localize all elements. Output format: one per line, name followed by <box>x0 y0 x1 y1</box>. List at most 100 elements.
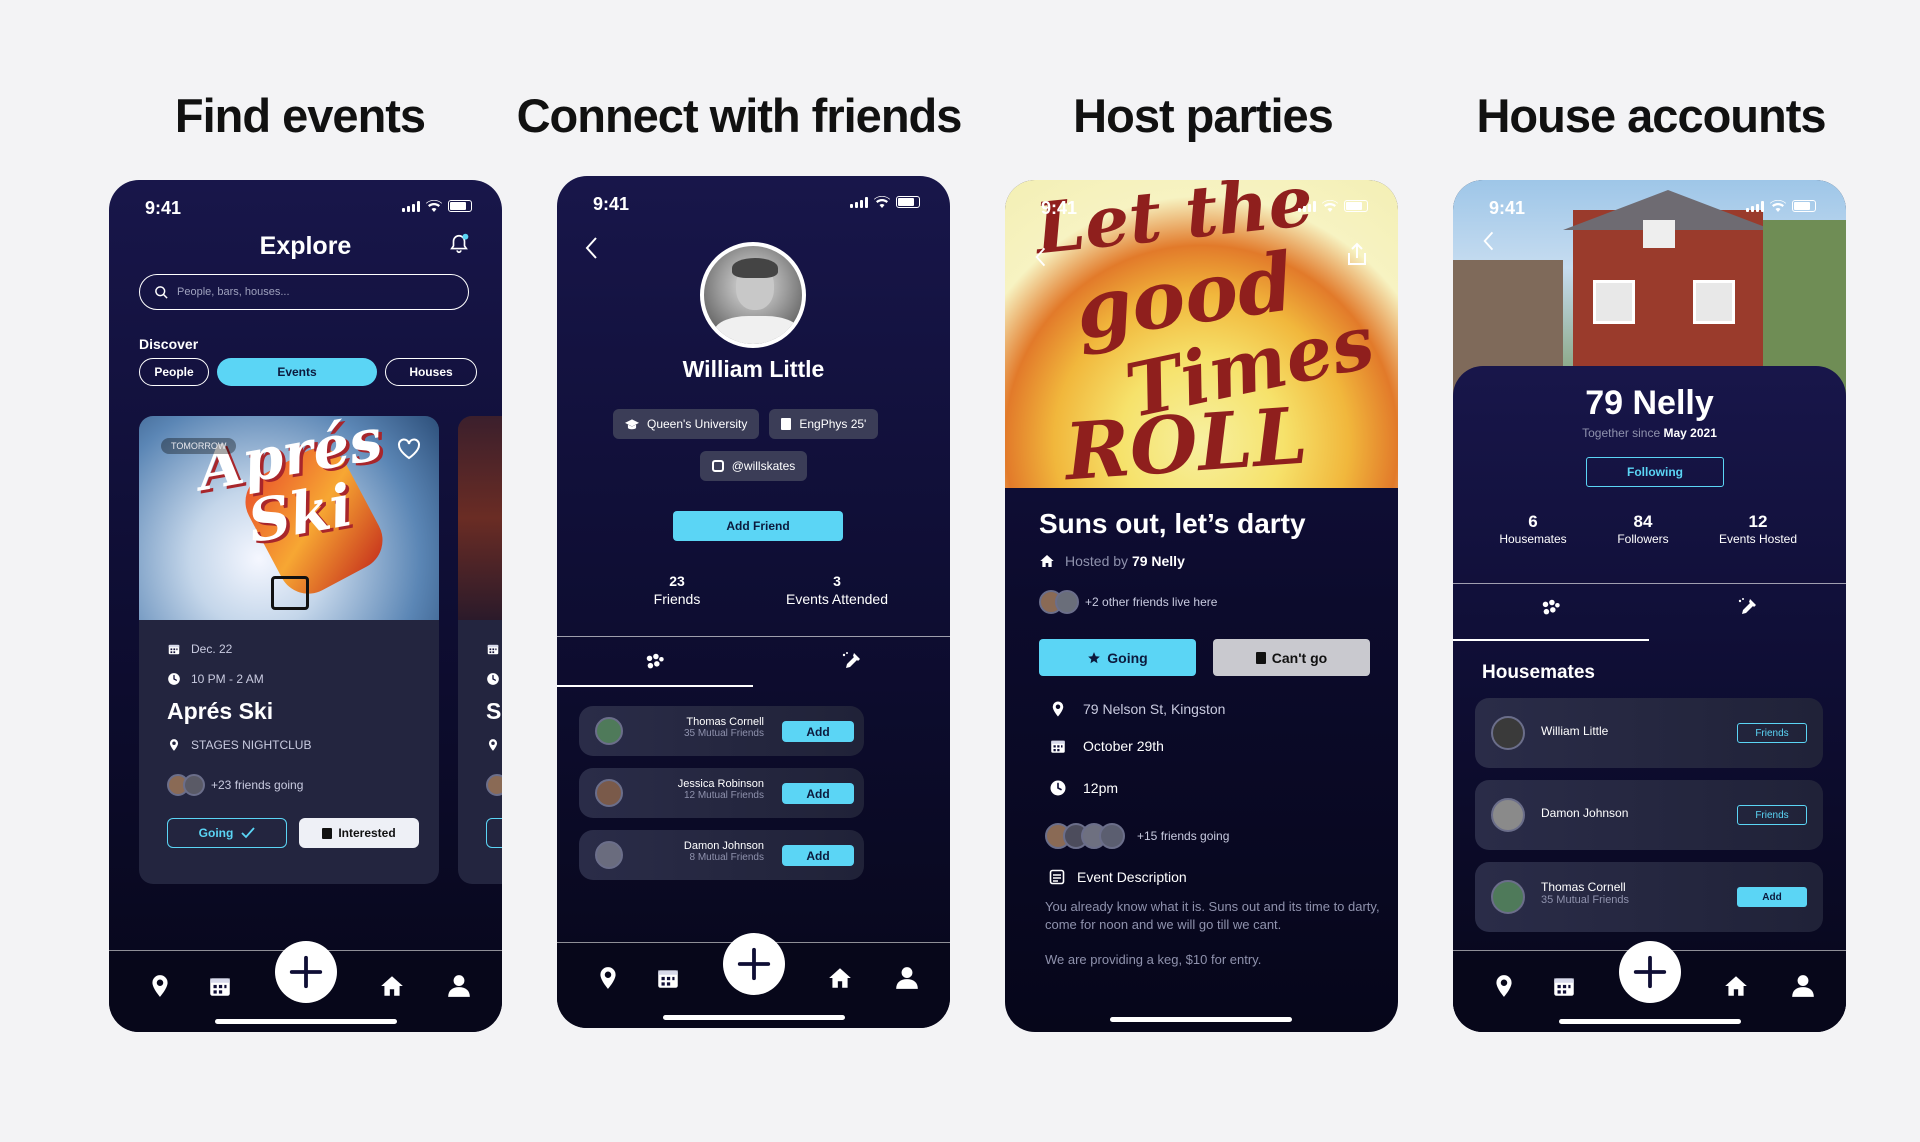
calendar-icon <box>1049 737 1067 755</box>
create-button[interactable] <box>723 933 785 995</box>
events-label: Events Attended <box>786 591 888 607</box>
filter-houses[interactable]: Houses <box>385 358 477 386</box>
event-card-peek[interactable]: S <box>458 416 502 884</box>
tab-profile-icon[interactable] <box>894 965 920 991</box>
home-indicator <box>215 1019 397 1024</box>
search-input[interactable]: People, bars, houses... <box>139 274 469 310</box>
add-friend-button[interactable]: Add Friend <box>673 511 843 541</box>
tab-home-icon[interactable] <box>1723 973 1749 999</box>
tab-profile-icon[interactable] <box>446 973 472 999</box>
friends-badge[interactable]: Friends <box>1737 805 1807 825</box>
tab-home-icon[interactable] <box>827 965 853 991</box>
cant-go-button[interactable]: Can't go <box>1213 639 1370 676</box>
champagne-icon <box>1735 596 1759 620</box>
live-here-text: +2 other friends live here <box>1085 595 1218 609</box>
tab-profile-icon[interactable] <box>1790 973 1816 999</box>
tab-friends[interactable] <box>557 636 753 688</box>
housemate-name: Thomas Cornell <box>1541 880 1626 894</box>
tab-calendar-icon[interactable] <box>655 965 681 991</box>
friend-row[interactable]: Jessica Robinson 12 Mutual Friends Add <box>579 768 864 818</box>
tab-bar <box>109 941 502 1032</box>
friends-stat[interactable]: 23 Friends <box>617 573 737 607</box>
hosted-prefix: Hosted by <box>1065 553 1132 569</box>
events-attended-stat[interactable]: 3 Events Attended <box>767 573 907 607</box>
house-stat[interactable]: 84 Followers <box>1593 512 1693 546</box>
event-card[interactable]: Aprés Ski TOMORROW Dec. 22 10 PM - 2 AM … <box>139 416 439 884</box>
university-chip[interactable]: Queen's University <box>613 409 760 439</box>
avatar-shirt <box>714 316 800 344</box>
housemate-row[interactable]: Thomas Cornell 35 Mutual Friends Add <box>1475 862 1823 932</box>
program-chip[interactable]: EngPhys 25' <box>769 409 879 439</box>
avatar <box>595 779 623 807</box>
friend-row[interactable]: Damon Johnson 8 Mutual Friends Add <box>579 830 864 880</box>
going-label: Going <box>1107 649 1148 666</box>
housemate-row[interactable]: Damon Johnson Friends <box>1475 780 1823 850</box>
friend-row[interactable]: Thomas Cornell 35 Mutual Friends Add <box>579 706 864 756</box>
housemate-row[interactable]: William Little Friends <box>1475 698 1823 768</box>
interested-button[interactable]: Interested <box>299 818 419 848</box>
add-button[interactable]: Add <box>782 845 854 866</box>
hosted-by[interactable]: Hosted by 79 Nelly <box>1039 553 1185 569</box>
phone-house: 9:41 79 Nelly Together since May 2021 Fo… <box>1453 180 1846 1032</box>
back-chevron-icon[interactable] <box>1035 246 1047 268</box>
club-logo <box>271 576 309 610</box>
tab-calendar-icon[interactable] <box>1551 973 1577 999</box>
stat-label: Events Hosted <box>1718 532 1798 546</box>
following-button[interactable]: Following <box>1586 457 1724 487</box>
house-icon <box>1039 553 1055 569</box>
page-title: Explore <box>259 232 352 260</box>
tab-housemates[interactable] <box>1453 583 1649 633</box>
bell-icon[interactable] <box>448 232 470 256</box>
mutual-friends: 12 Mutual Friends <box>683 790 764 801</box>
bookmark-icon <box>322 827 333 839</box>
going-button[interactable]: Going <box>167 818 287 848</box>
add-button[interactable]: Add <box>782 721 854 742</box>
tab-parties[interactable] <box>753 636 949 688</box>
location-pin-icon <box>167 738 181 752</box>
tab-map-pin-icon[interactable] <box>595 965 621 991</box>
wifi-icon <box>426 200 442 212</box>
instagram-chip[interactable]: @willskates <box>699 451 808 481</box>
tab-calendar-icon[interactable] <box>207 973 233 999</box>
friend-name: Jessica Robinson <box>677 778 764 790</box>
profile-avatar <box>700 242 806 348</box>
tab-home-icon[interactable] <box>379 973 405 999</box>
share-icon[interactable] <box>1346 242 1368 266</box>
signal-icon <box>1298 200 1316 212</box>
avatar <box>486 774 502 796</box>
heart-icon[interactable] <box>397 438 421 460</box>
event-time: 10 PM - 2 AM <box>191 672 264 686</box>
plus-icon <box>735 945 773 983</box>
friends-going: +23 friends going <box>211 778 304 792</box>
going-button[interactable]: Going <box>1039 639 1196 676</box>
tab-bar <box>557 933 950 1028</box>
house-stat[interactable]: 6 Housemates <box>1483 512 1583 546</box>
home-indicator <box>663 1015 845 1020</box>
back-chevron-icon[interactable] <box>585 236 599 260</box>
filter-events[interactable]: Events <box>217 358 377 386</box>
tab-parties[interactable] <box>1649 583 1845 633</box>
friends-badge[interactable]: Friends <box>1737 723 1807 743</box>
battery-icon <box>1344 200 1368 212</box>
house-stat[interactable]: 12 Events Hosted <box>1708 512 1808 546</box>
tab-bar <box>1453 941 1846 1032</box>
tab-map-pin-icon[interactable] <box>1491 973 1517 999</box>
add-button[interactable]: Add <box>782 783 854 804</box>
add-button[interactable]: Add <box>1737 887 1807 907</box>
create-button[interactable] <box>1619 941 1681 1003</box>
avatar-hair <box>732 258 778 278</box>
stat-value: 6 <box>1528 512 1538 531</box>
active-tab-indicator <box>557 685 753 687</box>
program-label: EngPhys 25' <box>799 417 867 431</box>
stat-value: 12 <box>1748 512 1768 531</box>
tab-map-pin-icon[interactable] <box>147 973 173 999</box>
wifi-icon <box>1770 200 1786 212</box>
search-icon <box>155 285 168 299</box>
filter-people[interactable]: People <box>139 358 209 386</box>
bookmark-icon <box>1255 651 1266 664</box>
check-icon <box>241 827 256 839</box>
back-chevron-icon[interactable] <box>1483 230 1495 252</box>
going-button[interactable] <box>486 818 502 848</box>
create-button[interactable] <box>275 941 337 1003</box>
friends-label: Friends <box>653 591 701 607</box>
